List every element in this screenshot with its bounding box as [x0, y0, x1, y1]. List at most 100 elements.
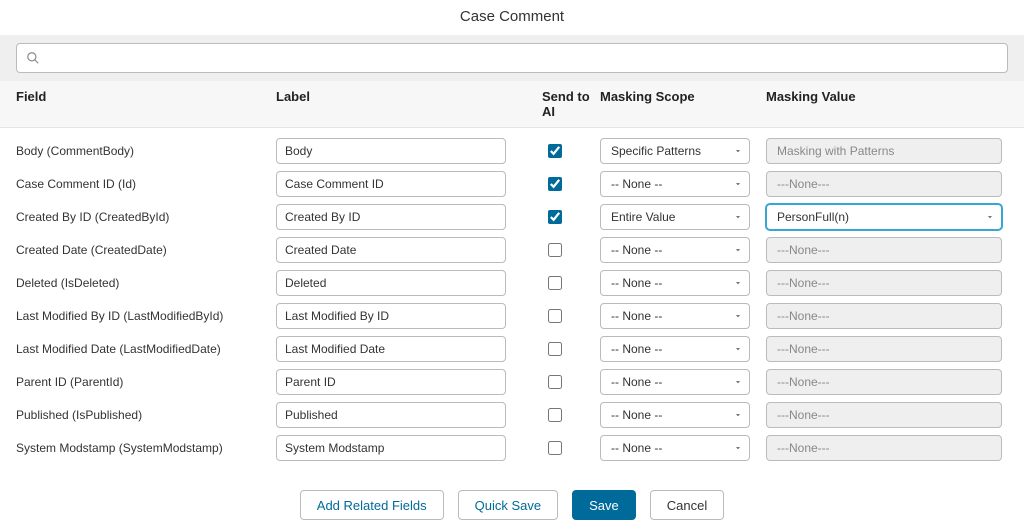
chevron-down-icon — [733, 311, 743, 321]
label-input[interactable] — [276, 171, 506, 197]
send-to-ai-checkbox[interactable] — [548, 177, 562, 191]
masking-value-display: Masking with Patterns — [766, 138, 1002, 164]
search-bar — [0, 35, 1024, 81]
select-value: Specific Patterns — [611, 144, 701, 158]
masking-scope-select[interactable]: -- None -- — [600, 270, 750, 296]
table-row: Last Modified Date (LastModifiedDate) -- … — [16, 332, 1008, 365]
masking-value-display: ---None--- — [766, 336, 1002, 362]
select-value: -- None -- — [611, 276, 662, 290]
cancel-button[interactable]: Cancel — [650, 490, 724, 520]
select-value: -- None -- — [611, 342, 662, 356]
chevron-down-icon — [733, 443, 743, 453]
chevron-down-icon — [733, 377, 743, 387]
masking-value-display: ---None--- — [766, 171, 1002, 197]
send-to-ai-checkbox[interactable] — [548, 375, 562, 389]
col-header-scope: Masking Scope — [600, 89, 766, 119]
value-text: Masking with Patterns — [777, 144, 894, 158]
send-to-ai-checkbox[interactable] — [548, 276, 562, 290]
search-input[interactable] — [16, 43, 1008, 73]
page-title: Case Comment — [0, 0, 1024, 35]
table-row: Created By ID (CreatedById) Entire Value P… — [16, 200, 1008, 233]
chevron-down-icon — [733, 278, 743, 288]
select-value: -- None -- — [611, 309, 662, 323]
table-header: Field Label Send to AI Masking Scope Mas… — [0, 81, 1024, 128]
label-input[interactable] — [276, 435, 506, 461]
label-input[interactable] — [276, 138, 506, 164]
masking-value-display: ---None--- — [766, 303, 1002, 329]
quick-save-button[interactable]: Quick Save — [458, 490, 558, 520]
send-to-ai-checkbox[interactable] — [548, 408, 562, 422]
field-name: Created By ID (CreatedById) — [16, 210, 169, 224]
masking-scope-select[interactable]: -- None -- — [600, 303, 750, 329]
select-value: -- None -- — [611, 408, 662, 422]
field-name: Last Modified Date (LastModifiedDate) — [16, 342, 221, 356]
value-text: ---None--- — [777, 177, 830, 191]
masking-value-display: ---None--- — [766, 402, 1002, 428]
select-value: Entire Value — [611, 210, 675, 224]
table-row: Body (CommentBody) Specific Patterns Maski… — [16, 134, 1008, 167]
save-button[interactable]: Save — [572, 490, 636, 520]
field-name: Deleted (IsDeleted) — [16, 276, 119, 290]
value-text: PersonFull(n) — [777, 210, 849, 224]
send-to-ai-checkbox[interactable] — [548, 210, 562, 224]
value-text: ---None--- — [777, 243, 830, 257]
label-input[interactable] — [276, 204, 506, 230]
select-value: -- None -- — [611, 375, 662, 389]
table-row: Case Comment ID (Id) -- None -- ---None--- — [16, 167, 1008, 200]
masking-scope-select[interactable]: -- None -- — [600, 237, 750, 263]
table-row: Last Modified By ID (LastModifiedById) --… — [16, 299, 1008, 332]
chevron-down-icon — [733, 212, 743, 222]
select-value: -- None -- — [611, 243, 662, 257]
masking-value-select[interactable]: PersonFull(n) — [766, 204, 1002, 230]
send-to-ai-checkbox[interactable] — [548, 144, 562, 158]
masking-value-display: ---None--- — [766, 435, 1002, 461]
chevron-down-icon — [733, 179, 743, 189]
field-name: Published (IsPublished) — [16, 408, 142, 422]
table-row: Parent ID (ParentId) -- None -- ---None--- — [16, 365, 1008, 398]
value-text: ---None--- — [777, 375, 830, 389]
masking-scope-select[interactable]: Entire Value — [600, 204, 750, 230]
value-text: ---None--- — [777, 441, 830, 455]
field-name: System Modstamp (SystemModstamp) — [16, 441, 223, 455]
masking-scope-select[interactable]: -- None -- — [600, 336, 750, 362]
field-name: Body (CommentBody) — [16, 144, 134, 158]
send-to-ai-checkbox[interactable] — [548, 342, 562, 356]
field-name: Created Date (CreatedDate) — [16, 243, 167, 257]
masking-scope-select[interactable]: -- None -- — [600, 369, 750, 395]
send-to-ai-checkbox[interactable] — [548, 243, 562, 257]
masking-scope-select[interactable]: Specific Patterns — [600, 138, 750, 164]
chevron-down-icon — [733, 146, 743, 156]
value-text: ---None--- — [777, 276, 830, 290]
select-value: -- None -- — [611, 177, 662, 191]
value-text: ---None--- — [777, 408, 830, 422]
masking-value-display: ---None--- — [766, 237, 1002, 263]
col-header-field: Field — [16, 89, 276, 119]
send-to-ai-checkbox[interactable] — [548, 441, 562, 455]
label-input[interactable] — [276, 402, 506, 428]
add-related-fields-button[interactable]: Add Related Fields — [300, 490, 444, 520]
col-header-sendai: Send to AI — [542, 89, 600, 119]
masking-scope-select[interactable]: -- None -- — [600, 435, 750, 461]
table-row: System Modstamp (SystemModstamp) -- None … — [16, 431, 1008, 464]
masking-scope-select[interactable]: -- None -- — [600, 171, 750, 197]
value-text: ---None--- — [777, 309, 830, 323]
label-input[interactable] — [276, 303, 506, 329]
chevron-down-icon — [733, 410, 743, 420]
select-value: -- None -- — [611, 441, 662, 455]
rows-container: Body (CommentBody) Specific Patterns Maski… — [0, 128, 1024, 464]
masking-value-display: ---None--- — [766, 270, 1002, 296]
send-to-ai-checkbox[interactable] — [548, 309, 562, 323]
masking-scope-select[interactable]: -- None -- — [600, 402, 750, 428]
value-text: ---None--- — [777, 342, 830, 356]
col-header-value: Masking Value — [766, 89, 1006, 119]
label-input[interactable] — [276, 237, 506, 263]
field-name: Case Comment ID (Id) — [16, 177, 136, 191]
label-input[interactable] — [276, 369, 506, 395]
chevron-down-icon — [733, 344, 743, 354]
label-input[interactable] — [276, 270, 506, 296]
field-name: Parent ID (ParentId) — [16, 375, 123, 389]
col-header-label: Label — [276, 89, 542, 119]
chevron-down-icon — [733, 245, 743, 255]
field-name: Last Modified By ID (LastModifiedById) — [16, 309, 223, 323]
label-input[interactable] — [276, 336, 506, 362]
